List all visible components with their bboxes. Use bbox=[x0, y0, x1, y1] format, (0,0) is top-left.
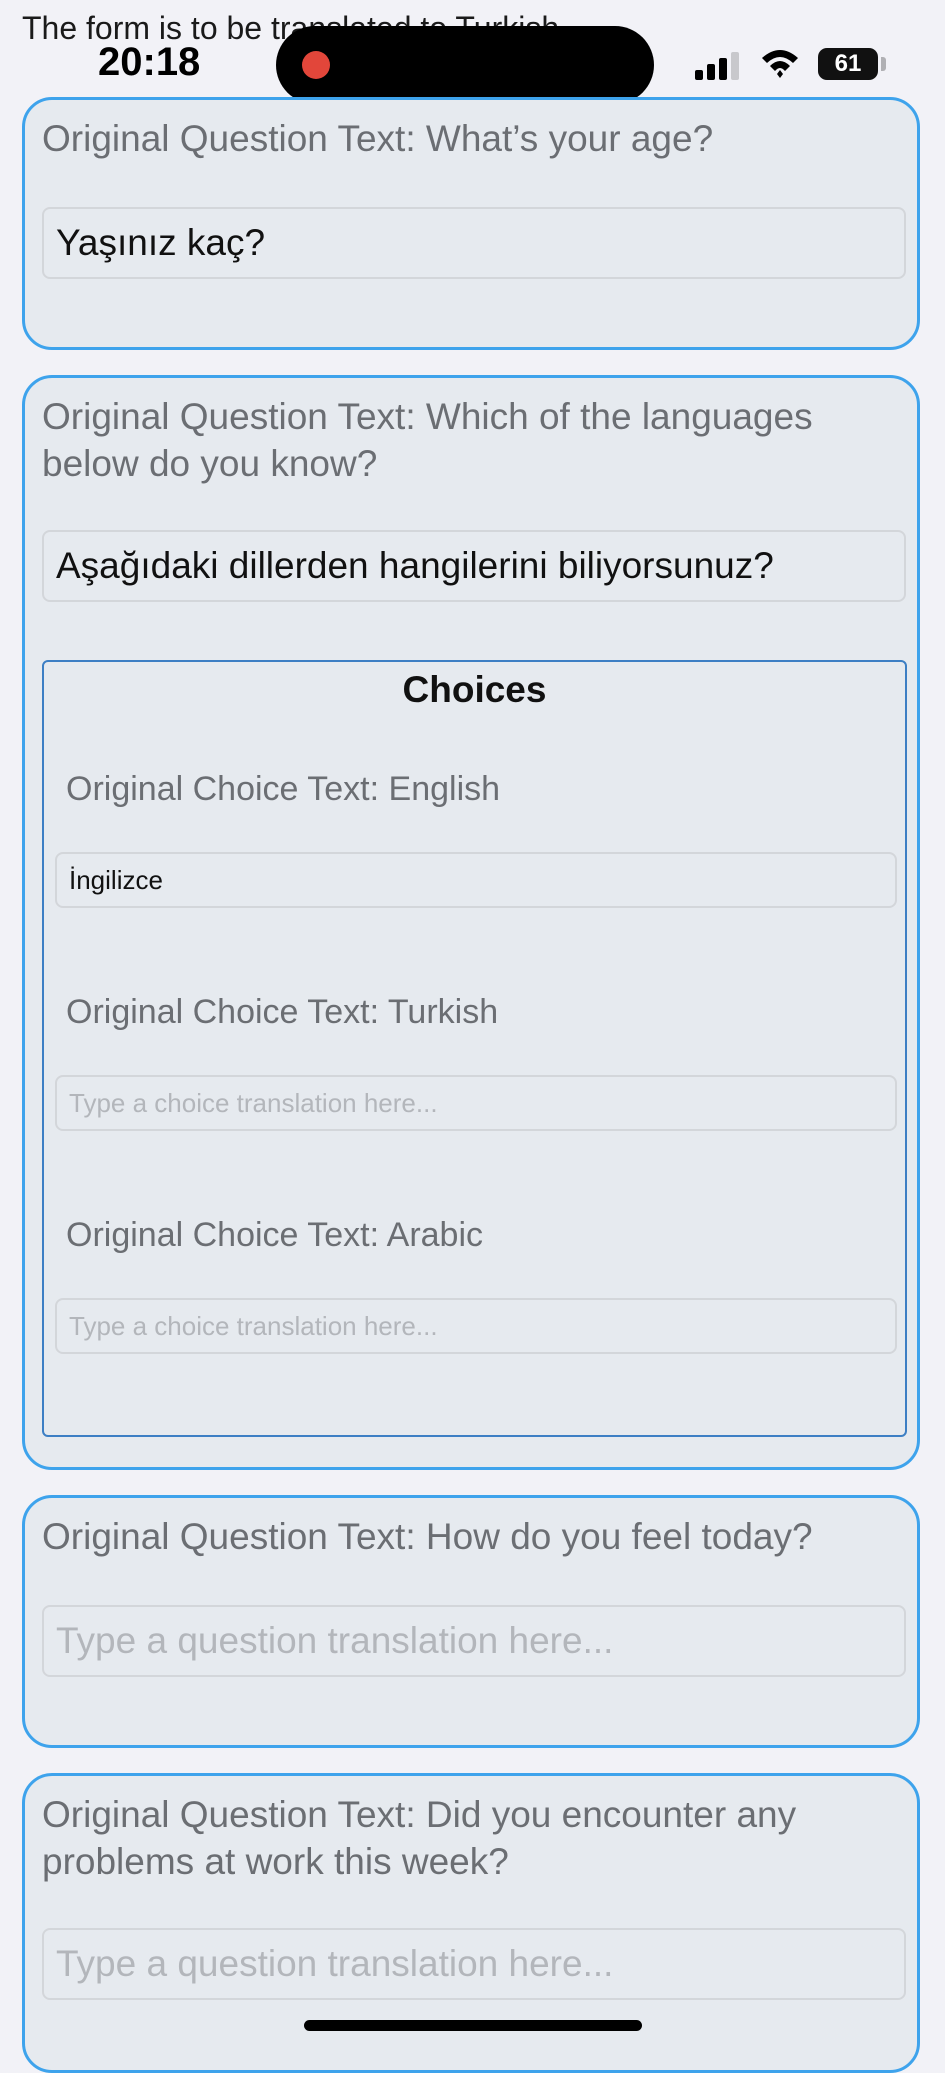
battery-icon: 61 bbox=[818, 48, 878, 80]
wifi-icon bbox=[762, 50, 798, 78]
original-question-label: Original Question Text: Did you encounte… bbox=[42, 1794, 797, 1882]
home-indicator bbox=[304, 2020, 642, 2031]
question-translation-input[interactable] bbox=[42, 1605, 906, 1677]
choice-translation-input[interactable] bbox=[55, 1298, 897, 1354]
question-card: Original Question Text: How do you feel … bbox=[22, 1495, 920, 1748]
dynamic-island bbox=[276, 26, 654, 104]
question-translation-input[interactable] bbox=[42, 1928, 906, 2000]
original-question-label: Original Question Text: Which of the lan… bbox=[42, 396, 813, 484]
recording-indicator-icon bbox=[302, 51, 330, 79]
original-choice-label: Original Choice Text: English bbox=[66, 770, 501, 808]
original-question-label: Original Question Text: What’s your age? bbox=[42, 118, 714, 159]
choices-title: Choices bbox=[402, 669, 547, 710]
original-choice-label: Original Choice Text: Arabic bbox=[66, 1216, 484, 1254]
original-choice-label: Original Choice Text: Turkish bbox=[66, 993, 499, 1031]
battery-cap bbox=[881, 57, 886, 71]
status-time: 20:18 bbox=[98, 40, 201, 84]
question-card: Original Question Text: Which of the lan… bbox=[22, 375, 920, 1470]
signal-icon bbox=[695, 50, 745, 80]
choices-section: Choices Original Choice Text: English Or… bbox=[42, 660, 907, 1437]
question-translation-input[interactable] bbox=[42, 207, 906, 279]
question-card: Original Question Text: What’s your age? bbox=[22, 97, 920, 350]
choice-translation-input[interactable] bbox=[55, 1075, 897, 1131]
question-translation-input[interactable] bbox=[42, 530, 906, 602]
choice-translation-input[interactable] bbox=[55, 852, 897, 908]
status-bar: 20:18 61 bbox=[0, 0, 945, 110]
original-question-label: Original Question Text: How do you feel … bbox=[42, 1516, 813, 1557]
